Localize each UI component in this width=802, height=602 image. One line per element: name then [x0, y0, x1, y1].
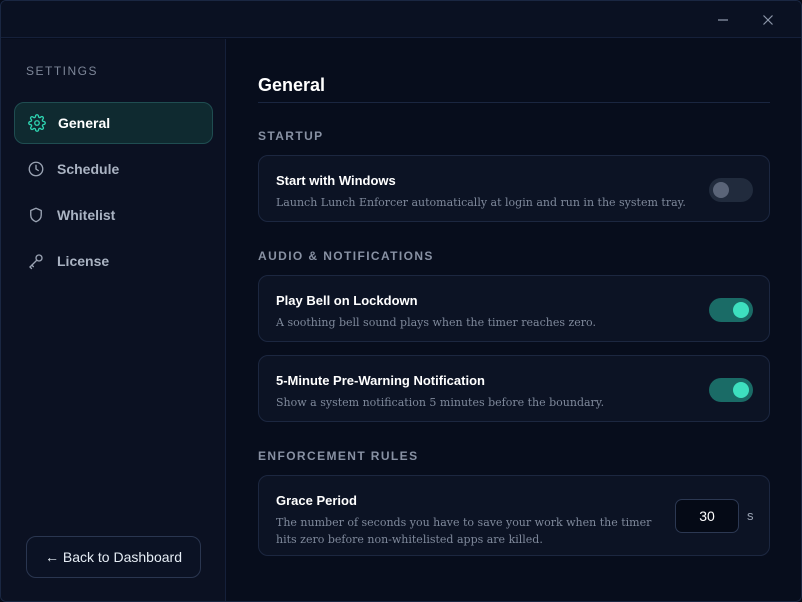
sidebar-heading: SETTINGS — [26, 64, 99, 78]
section-label-audio: AUDIO & NOTIFICATIONS — [258, 249, 434, 263]
grace-period-input[interactable]: 30 — [675, 499, 739, 533]
setting-title: Play Bell on Lockdown — [276, 293, 418, 308]
setting-description-line: hits zero before non-whitelisted apps ar… — [276, 533, 543, 546]
section-label-startup: STARTUP — [258, 129, 324, 143]
setting-title: 5-Minute Pre-Warning Notification — [276, 373, 485, 388]
setting-description-line: The number of seconds you have to save y… — [276, 516, 652, 529]
back-to-dashboard-button[interactable]: ← Back to Dashboard — [26, 536, 201, 578]
settings-window: SETTINGS General Schedule Whitelist Lice… — [0, 0, 802, 602]
pre-warning-toggle[interactable] — [709, 378, 753, 402]
page-title: General — [258, 75, 326, 95]
sidebar-item-label: Schedule — [57, 161, 120, 177]
setting-description: Launch Lunch Enforcer automatically at l… — [276, 196, 686, 209]
setting-card-play-bell: Play Bell on Lockdown A soothing bell so… — [258, 275, 770, 342]
minimize-icon — [718, 19, 728, 21]
setting-description: A soothing bell sound plays when the tim… — [276, 316, 596, 329]
minimize-button[interactable] — [710, 7, 736, 33]
title-divider — [258, 102, 770, 103]
grace-period-unit: s — [747, 508, 754, 523]
setting-title: Grace Period — [276, 493, 357, 508]
sidebar-item-license[interactable]: License — [14, 240, 213, 282]
setting-description: The number of seconds you have to save y… — [276, 514, 651, 548]
shield-icon — [27, 206, 45, 224]
toggle-knob — [713, 182, 729, 198]
setting-card-start-with-windows: Start with Windows Launch Lunch Enforcer… — [258, 155, 770, 222]
sidebar-item-label: License — [57, 253, 110, 269]
sidebar-item-label: General — [58, 115, 111, 131]
key-icon — [27, 252, 45, 270]
close-icon — [763, 15, 773, 25]
toggle-knob — [733, 302, 749, 318]
gear-icon — [28, 114, 46, 132]
setting-title: Start with Windows — [276, 173, 396, 188]
play-bell-toggle[interactable] — [709, 298, 753, 322]
settings-content: General STARTUP Start with Windows Launc… — [227, 39, 801, 601]
title-bar — [1, 1, 801, 38]
setting-card-grace-period: Grace Period The number of seconds you h… — [258, 475, 770, 556]
sidebar-item-label: Whitelist — [57, 207, 116, 223]
toggle-knob — [733, 382, 749, 398]
section-label-enforcement: ENFORCEMENT RULES — [258, 449, 419, 463]
setting-card-pre-warning: 5-Minute Pre-Warning Notification Show a… — [258, 355, 770, 422]
close-button[interactable] — [755, 7, 781, 33]
setting-description: Show a system notification 5 minutes bef… — [276, 396, 605, 409]
sidebar-item-whitelist[interactable]: Whitelist — [14, 194, 213, 236]
clock-icon — [27, 160, 45, 178]
sidebar-item-schedule[interactable]: Schedule — [14, 148, 213, 190]
start-with-windows-toggle[interactable] — [709, 178, 753, 202]
sidebar-item-general[interactable]: General — [14, 102, 213, 144]
sidebar: SETTINGS General Schedule Whitelist Lice… — [1, 39, 226, 601]
